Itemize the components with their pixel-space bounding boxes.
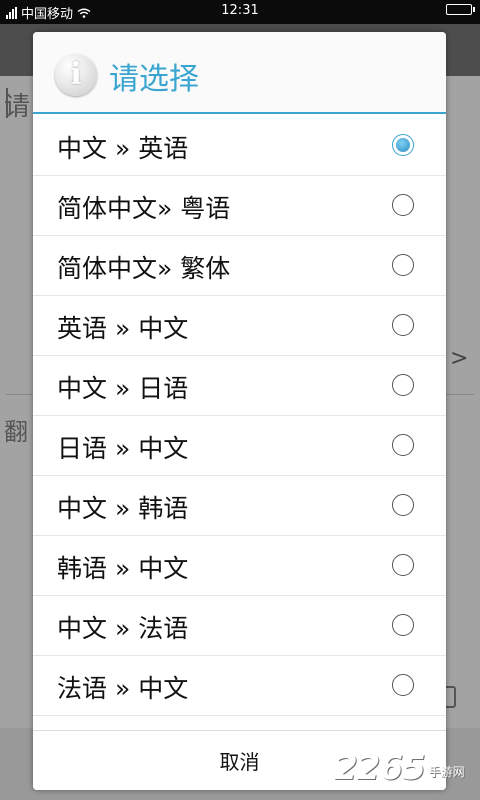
option-label: 中文 » 法语	[57, 614, 189, 643]
option-label: 中文 » 韩语	[57, 494, 189, 523]
option-item[interactable]: 法语 » 中文	[33, 656, 446, 716]
background-input-text: 请	[4, 92, 31, 122]
language-select-dialog: i 请选择 中文 » 英语 简体中文» 粤语 简体中文» 繁体 英语 » 中文 …	[33, 32, 446, 790]
option-label: 简体中文» 粤语	[57, 194, 231, 223]
radio-button[interactable]	[392, 674, 414, 696]
option-item[interactable]: 英语 » 中文	[33, 296, 446, 356]
option-label: 日语 » 中文	[57, 434, 189, 463]
background-result-label: 翻	[4, 418, 28, 446]
dialog-header: i 请选择	[33, 32, 446, 114]
info-icon: i	[55, 54, 97, 96]
clock: 12:31	[221, 3, 259, 18]
battery-icon	[446, 4, 475, 15]
option-item[interactable]: 简体中文» 粤语	[33, 176, 446, 236]
option-label: 法语 » 中文	[57, 674, 189, 703]
radio-button[interactable]	[392, 194, 414, 216]
option-item[interactable]: 日语 » 中文	[33, 416, 446, 476]
background-arrow-icon: >	[450, 346, 469, 371]
radio-button[interactable]	[392, 314, 414, 336]
option-label: 中文 » 英语	[57, 134, 189, 163]
option-label: 简体中文» 繁体	[57, 254, 231, 283]
option-item[interactable]: 中文 » 韩语	[33, 476, 446, 536]
radio-button[interactable]	[392, 374, 414, 396]
option-item[interactable]: 韩语 » 中文	[33, 536, 446, 596]
option-item[interactable]: 中文 » 法语	[33, 596, 446, 656]
option-label: 中文 » 日语	[57, 374, 189, 403]
status-right	[446, 4, 475, 15]
radio-button[interactable]	[392, 614, 414, 636]
option-list: 中文 » 英语 简体中文» 粤语 简体中文» 繁体 英语 » 中文 中文 » 日…	[33, 116, 446, 716]
radio-button[interactable]	[392, 434, 414, 456]
option-item[interactable]: 简体中文» 繁体	[33, 236, 446, 296]
option-label: 韩语 » 中文	[57, 554, 189, 583]
radio-button[interactable]	[392, 254, 414, 276]
radio-button-selected[interactable]	[392, 134, 414, 156]
watermark-logo: 2265 手游网	[334, 748, 465, 788]
option-label: 英语 » 中文	[57, 314, 189, 343]
radio-button[interactable]	[392, 494, 414, 516]
option-item[interactable]: 中文 » 日语	[33, 356, 446, 416]
dialog-title: 请选择	[109, 62, 199, 97]
watermark-number: 2265	[334, 748, 426, 788]
option-item[interactable]: 中文 » 英语	[33, 116, 446, 176]
watermark-text: 手游网	[428, 765, 465, 779]
radio-button[interactable]	[392, 554, 414, 576]
screen: 请 > 翻 中国移动 12:31 i 请选择 中文 » 英语 简体中文» 粤语 …	[0, 0, 480, 800]
status-bar: 中国移动 12:31	[0, 0, 480, 24]
